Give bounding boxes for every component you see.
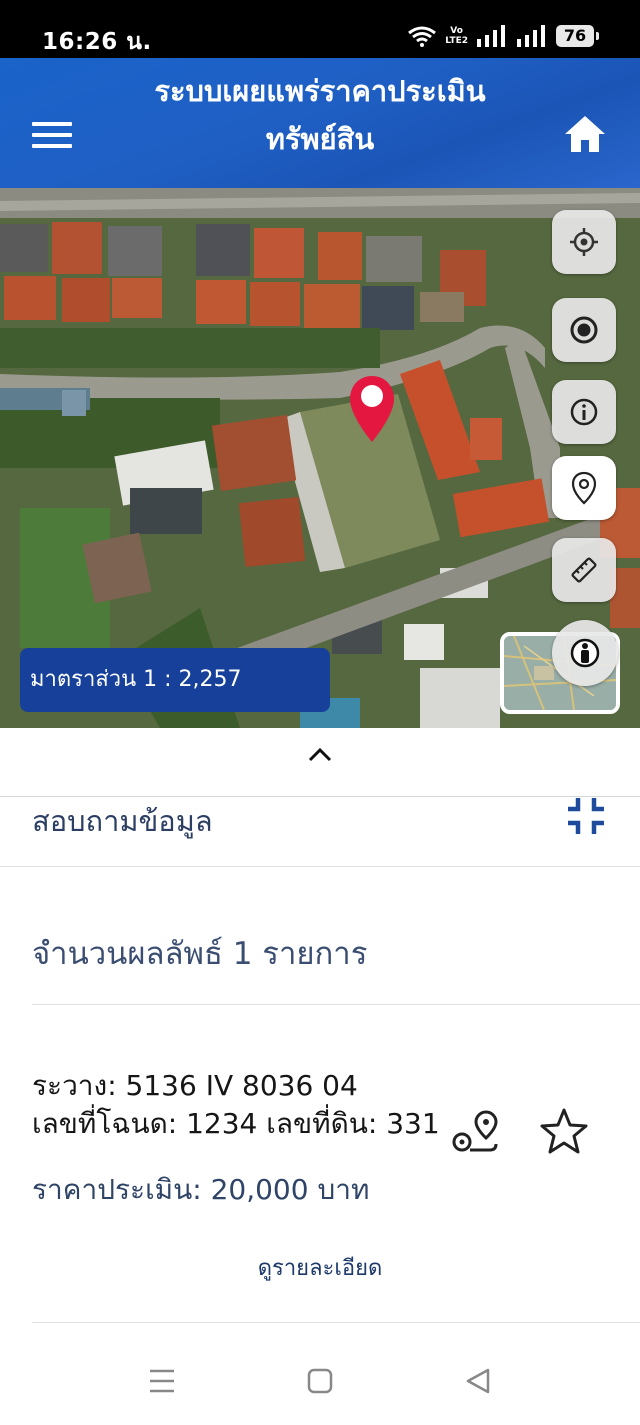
divider bbox=[32, 1004, 640, 1005]
deed-land-number: เลขที่โฉนด: 1234 เลขที่ดิน: 331 bbox=[32, 1107, 440, 1140]
route-icon[interactable] bbox=[450, 1108, 502, 1160]
target-button[interactable] bbox=[552, 298, 616, 362]
app-header: ระบบเผยแพร่ราคาประเมิน ทรัพย์สิน bbox=[0, 58, 640, 188]
location-pin-icon[interactable] bbox=[348, 374, 396, 444]
identify-button[interactable] bbox=[552, 620, 618, 686]
info-button[interactable] bbox=[552, 380, 616, 444]
info-icon bbox=[570, 398, 598, 426]
map-scale-label: มาตราส่วน 1 : 2,257 bbox=[20, 648, 330, 712]
panel-collapse-bar[interactable] bbox=[0, 728, 640, 797]
status-icons: Vo LTE2 76 bbox=[407, 22, 599, 50]
wifi-icon bbox=[408, 26, 437, 47]
identify-icon bbox=[570, 638, 600, 668]
results-count: จำนวนผลลัพธ์ 1 รายการ bbox=[32, 936, 368, 972]
map-pin-button[interactable] bbox=[552, 456, 616, 520]
battery-icon: 76 bbox=[556, 25, 599, 47]
appraisal-price: ราคาประเมิน: 20,000 บาท bbox=[32, 1173, 370, 1206]
chevron-up-icon[interactable] bbox=[306, 744, 334, 764]
hamburger-menu-icon[interactable] bbox=[32, 122, 72, 150]
view-details-link[interactable]: ดูรายละเอียด bbox=[0, 1250, 640, 1285]
inquiry-label: สอบถามข้อมูล bbox=[32, 804, 213, 838]
volte-icon: Vo LTE2 bbox=[445, 26, 468, 46]
star-icon[interactable] bbox=[538, 1106, 590, 1158]
map-view[interactable]: มาตราส่วน 1 : 2,257 bbox=[0, 188, 640, 728]
ruler-icon bbox=[571, 557, 597, 583]
collapse-fullscreen-icon[interactable] bbox=[566, 796, 606, 836]
app-title-line1: ระบบเผยแพร่ราคาประเมิน bbox=[154, 74, 486, 108]
status-time: 16:26 น. bbox=[42, 29, 152, 55]
back-icon[interactable] bbox=[464, 1368, 492, 1394]
map-pin-icon bbox=[571, 471, 597, 505]
divider bbox=[32, 1322, 640, 1323]
gps-locate-icon bbox=[570, 228, 598, 256]
inquiry-section: สอบถามข้อมูล bbox=[0, 796, 640, 867]
system-nav-bar bbox=[0, 1340, 640, 1425]
signal-icon bbox=[477, 25, 505, 47]
signal-icon-2 bbox=[517, 25, 545, 47]
home-icon[interactable] bbox=[564, 114, 606, 154]
home-button-icon[interactable] bbox=[306, 1368, 334, 1394]
recent-apps-icon[interactable] bbox=[148, 1368, 176, 1394]
ruler-button[interactable] bbox=[552, 538, 616, 602]
gps-locate-button[interactable] bbox=[552, 210, 616, 274]
target-icon bbox=[570, 316, 598, 344]
status-bar: 16:26 น. Vo LTE2 76 bbox=[0, 0, 640, 58]
app-title-line2: ทรัพย์สิน bbox=[265, 122, 375, 156]
